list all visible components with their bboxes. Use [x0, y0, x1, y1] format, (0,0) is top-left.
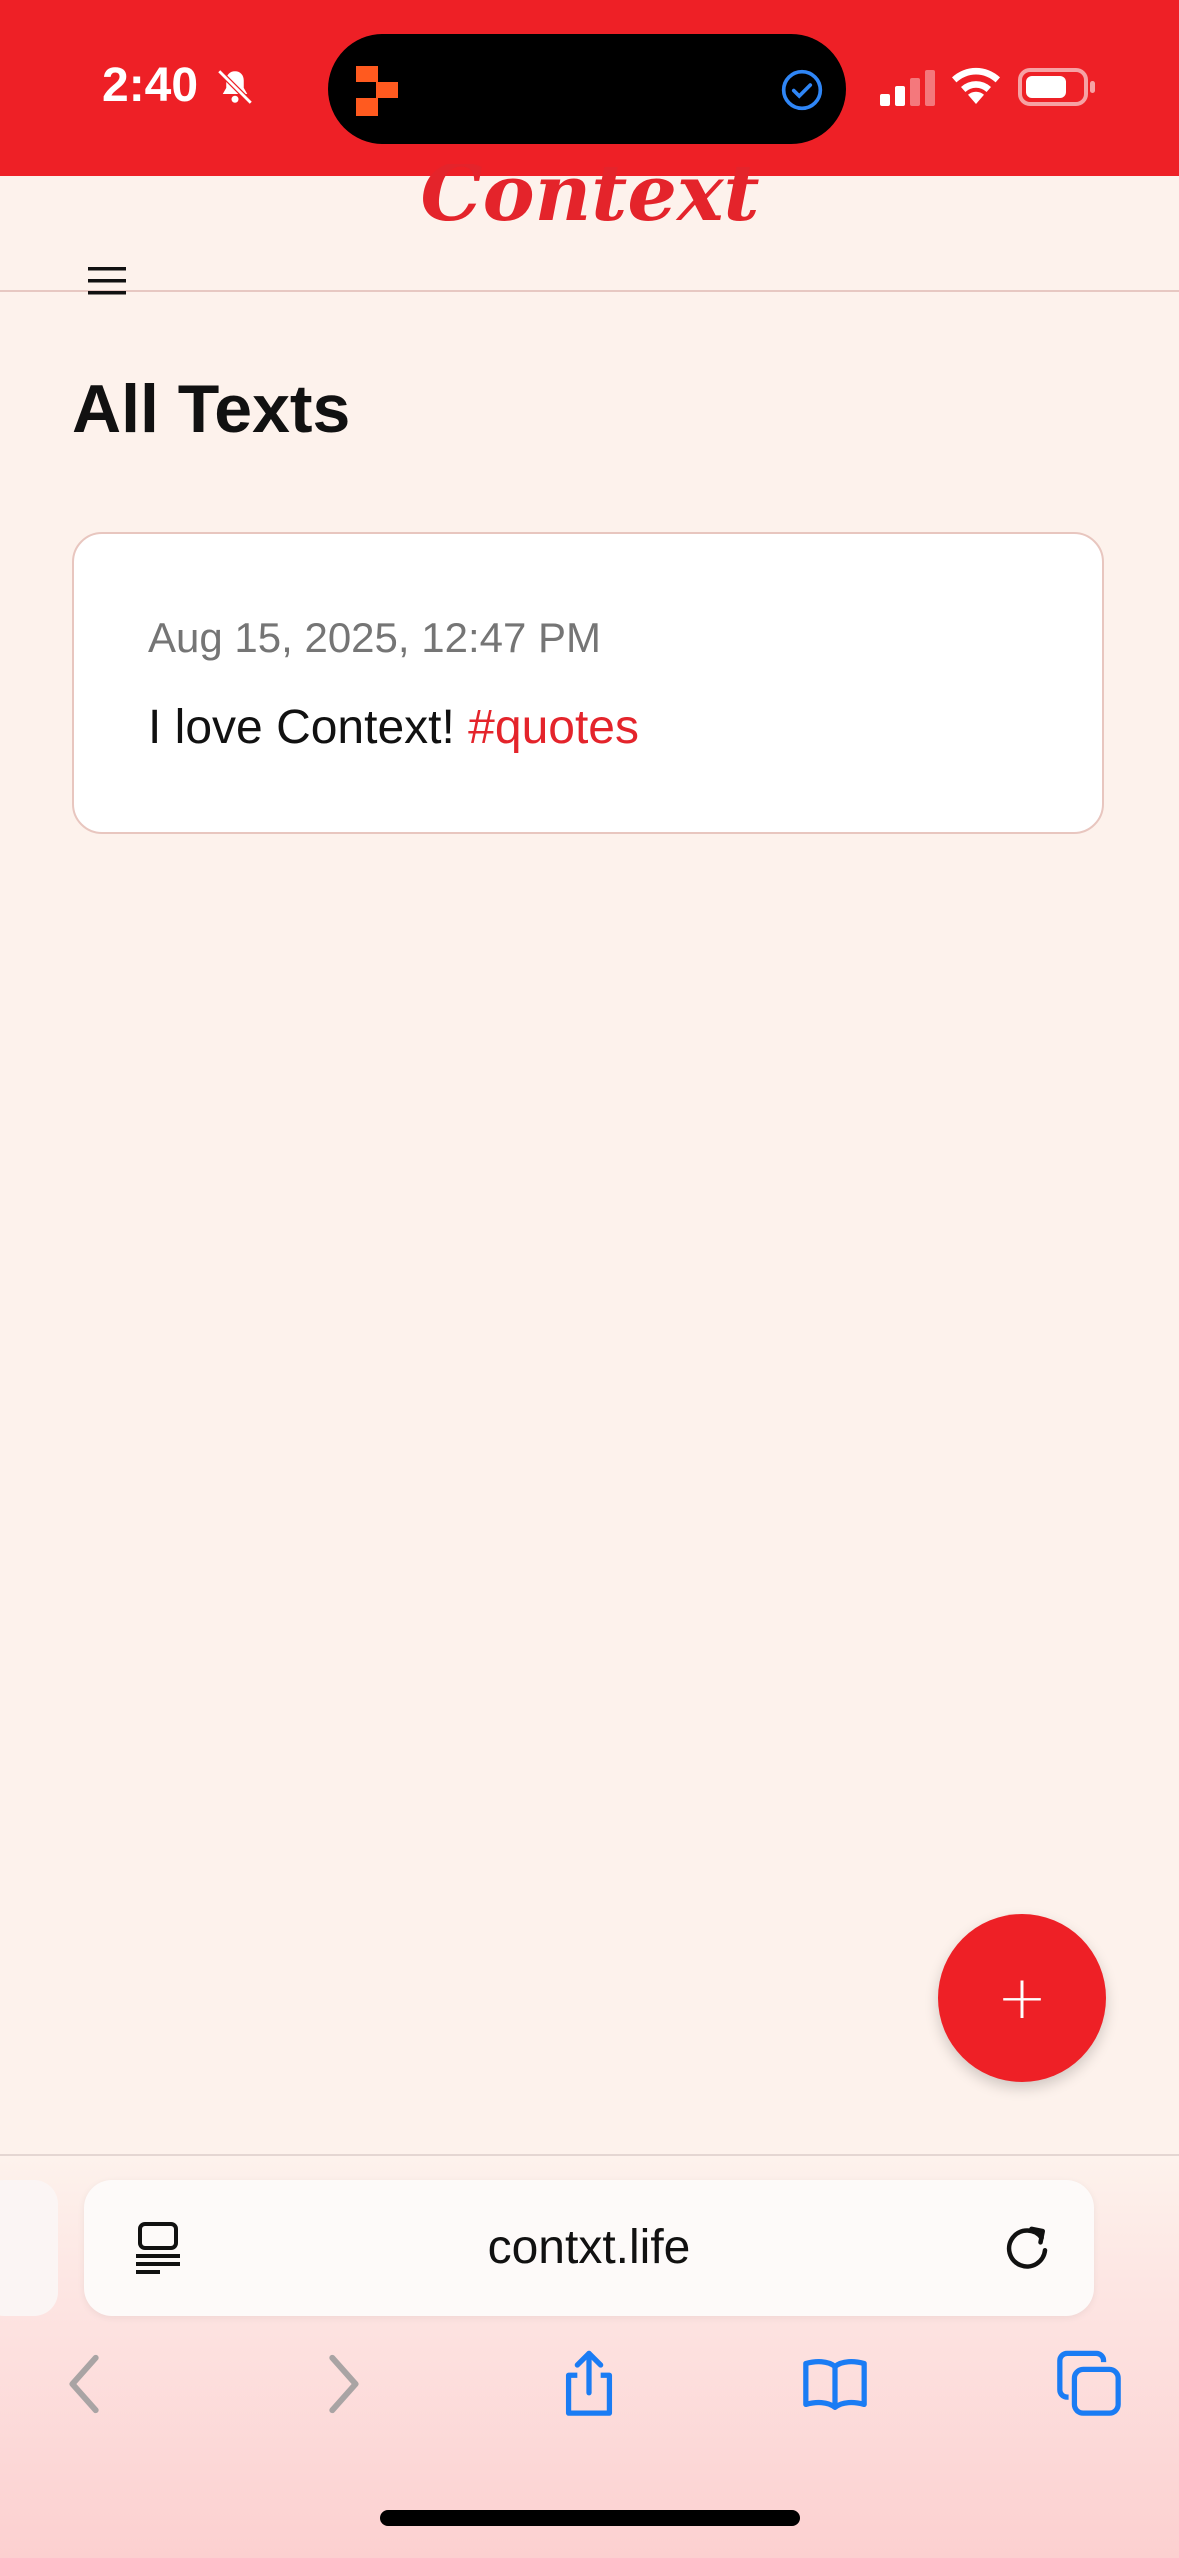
page-title: All Texts [72, 371, 351, 447]
share-icon[interactable] [554, 2348, 624, 2420]
reload-icon[interactable] [1000, 2220, 1054, 2276]
hashtag-link[interactable]: #quotes [468, 701, 639, 754]
wifi-icon [952, 67, 1000, 104]
bookmarks-icon[interactable] [800, 2348, 870, 2420]
text-card[interactable]: Aug 15, 2025, 12:47 PM I love Context! #… [72, 532, 1104, 834]
bell-slash-icon [217, 69, 253, 105]
address-bar[interactable]: contxt.life [84, 2180, 1094, 2316]
text-body: I love Context! #quotes [148, 700, 639, 755]
previous-tab[interactable] [0, 2180, 58, 2316]
context-logo[interactable]: Context [400, 164, 780, 244]
tabs-icon[interactable] [1054, 2348, 1124, 2420]
battery-icon [1018, 68, 1095, 106]
signal-icon [880, 70, 935, 106]
url-text[interactable]: contxt.life [84, 2220, 1094, 2275]
plus-icon: + [996, 1963, 1048, 2033]
svg-text:Context: Context [420, 164, 759, 239]
app-activity-icon [356, 66, 398, 116]
status-time: 2:40 [102, 59, 199, 112]
hamburger-menu-icon[interactable] [88, 266, 126, 296]
back-icon[interactable] [52, 2348, 122, 2420]
home-indicator[interactable] [380, 2510, 800, 2526]
text-content: I love Context! [148, 701, 455, 754]
forward-icon[interactable] [306, 2348, 376, 2420]
check-circle-icon [781, 69, 823, 111]
text-date: Aug 15, 2025, 12:47 PM [148, 614, 601, 661]
app-header: Context [0, 164, 1179, 295]
add-text-button[interactable]: + [938, 1914, 1106, 2082]
dynamic-island [328, 34, 846, 144]
status-bar: 2:40 [0, 0, 1179, 176]
